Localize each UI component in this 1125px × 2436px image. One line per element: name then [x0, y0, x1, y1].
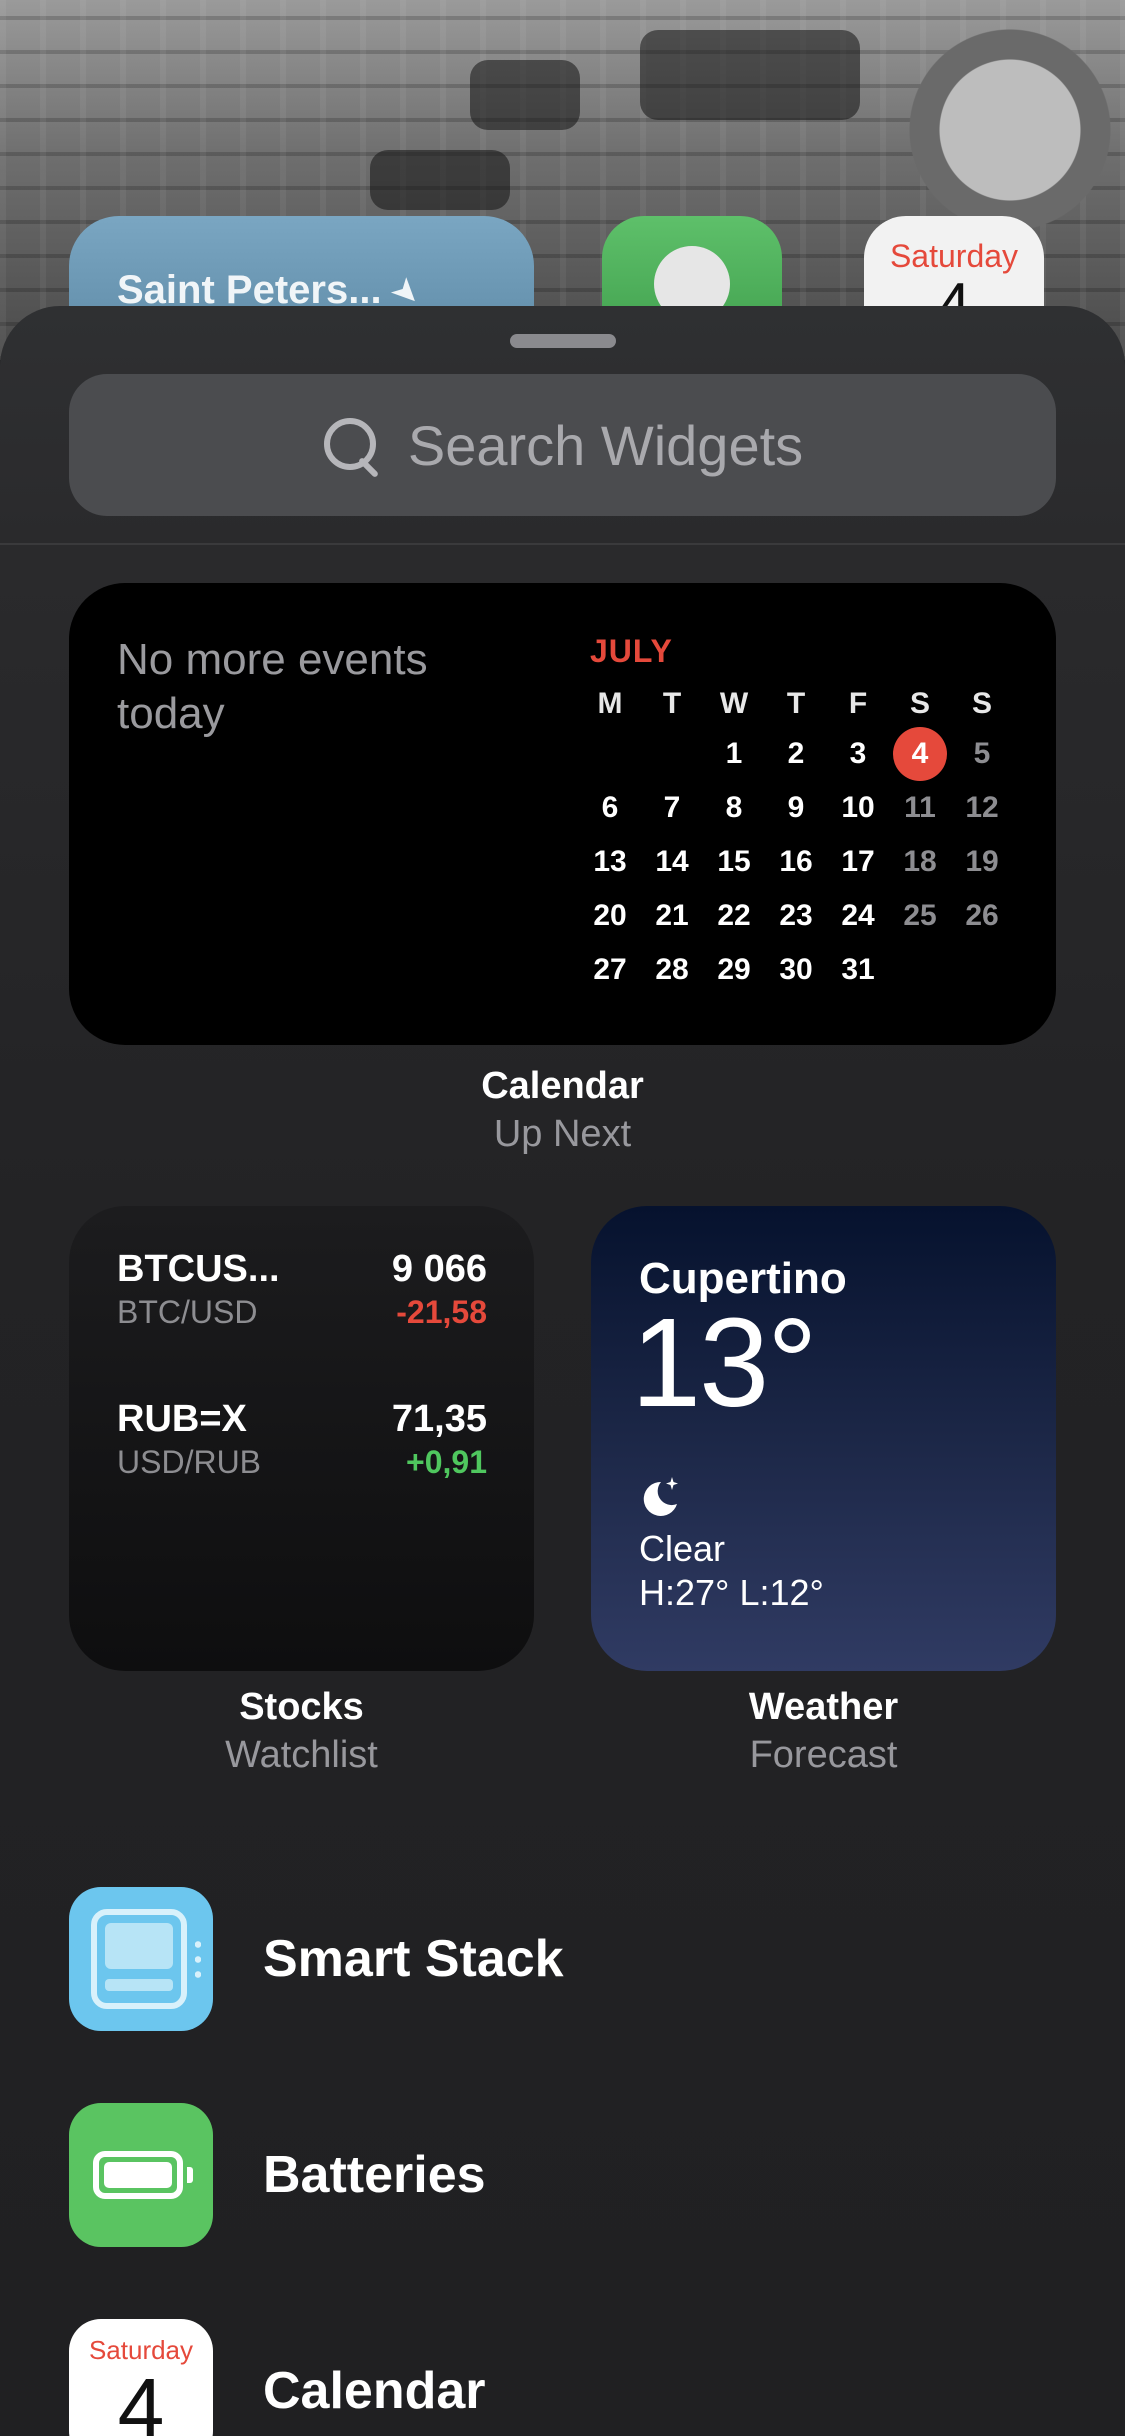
calendar-icon: Saturday 4	[69, 2319, 213, 2436]
stock-name: USD/RUB	[117, 1444, 262, 1480]
day-cell: 4	[889, 727, 951, 781]
battery-icon	[69, 2103, 213, 2247]
stocks-watchlist-widget[interactable]: BTCUS... 9 066 BTC/USD -21,58 RUB=X 71,3…	[69, 1206, 534, 1671]
month-label: JULY	[590, 633, 673, 669]
weekday-header: S	[909, 687, 930, 720]
day-cell: 18	[903, 845, 937, 878]
stock-change: -21,58	[396, 1294, 487, 1330]
day-cell: 1	[725, 737, 743, 770]
stocks-widget-caption: Stocks Watchlist	[69, 1684, 534, 1780]
weekday-header: S	[971, 687, 992, 720]
weather-widget-caption: Weather Forecast	[591, 1684, 1056, 1780]
week-row: 20 21 22 23 24 25 26	[579, 889, 1013, 943]
day-cell: 3	[849, 737, 867, 770]
day-cell: 20	[593, 899, 627, 932]
day-cell: 23	[779, 899, 813, 932]
background-decoration	[640, 30, 860, 120]
day-cell: 27	[593, 953, 627, 986]
day-cell: 7	[663, 791, 681, 824]
weather-forecast-widget[interactable]: Cupertino 13° Clear H:27° L:12°	[591, 1206, 1056, 1671]
smart-stack-icon	[69, 1887, 213, 2031]
stock-price: 71,35	[391, 1398, 487, 1440]
day-cell: 26	[965, 899, 999, 932]
stock-change: +0,91	[406, 1444, 487, 1480]
day-cell: 5	[973, 737, 991, 770]
day-cell: 8	[725, 791, 743, 824]
weekday-header: W	[719, 687, 749, 720]
day-cell: 16	[779, 845, 813, 878]
day-cell: 22	[717, 899, 751, 932]
week-row: 13 14 15 16 17 18 19	[579, 835, 1013, 889]
header-divider	[0, 543, 1125, 545]
day-cell: 28	[655, 953, 689, 986]
month-grid: M T W T F S S 1 2 3 4 5 6 7 8 9 10 11 12 13 14 15 16 17 18 19 20 21…	[579, 681, 1013, 997]
list-item-label: Calendar	[263, 2362, 486, 2420]
widget-list-item-calendar[interactable]: Saturday 4 Calendar	[69, 2319, 1056, 2436]
widget-subtitle: Up Next	[493, 1113, 632, 1155]
weekday-header: T	[786, 687, 806, 720]
week-row: 6 7 8 9 10 11 12	[579, 781, 1013, 835]
day-cell: 11	[904, 791, 936, 824]
day-cell: 12	[965, 791, 999, 824]
calendar-widget-caption: Calendar Up Next	[69, 1063, 1056, 1159]
stock-name: BTC/USD	[117, 1294, 258, 1330]
stock-symbol: RUB=X	[117, 1398, 247, 1440]
week-row: 27 28 29 30 31	[579, 943, 1013, 997]
week-row: 1 2 345	[579, 727, 1013, 781]
day-cell: 25	[903, 899, 937, 932]
calendar-up-next-widget[interactable]: No more events today JULY MTWTFSS1234567…	[69, 583, 1056, 1045]
today-indicator: 4	[893, 727, 947, 781]
day-cell: 6	[601, 791, 619, 824]
stock-price: 9 066	[391, 1248, 487, 1290]
list-item-label: Batteries	[263, 2146, 486, 2204]
calendar-icon-date: 4	[117, 2361, 165, 2436]
weather-high-low: H:27° L:12°	[639, 1572, 824, 1613]
day-cell: 19	[965, 845, 999, 878]
weather-condition: Clear	[639, 1528, 726, 1569]
search-icon	[322, 416, 380, 474]
day-cell: 10	[841, 791, 875, 824]
day-cell: 9	[787, 791, 805, 824]
widget-title: Calendar	[481, 1065, 644, 1107]
weather-temperature: 13°	[631, 1292, 818, 1433]
day-cell: 31	[841, 953, 875, 986]
list-item-label: Smart Stack	[263, 1930, 564, 1988]
widget-list-item-batteries[interactable]: Batteries	[69, 2103, 1056, 2247]
widget-subtitle: Forecast	[749, 1734, 898, 1776]
widget-title: Stocks	[239, 1686, 364, 1728]
stock-symbol: BTCUS...	[117, 1248, 280, 1290]
sheet-grabber[interactable]	[510, 334, 616, 348]
day-cell: 30	[779, 953, 813, 986]
background-decoration	[470, 60, 580, 130]
no-events-text: No more events today	[117, 635, 428, 738]
weekday-header: M	[597, 687, 623, 720]
widget-gallery-sheet: Search Widgets No more events today JULY…	[0, 306, 1125, 2436]
weekday-header: F	[848, 687, 868, 720]
background-decoration	[370, 150, 510, 210]
weekday-header: T	[662, 687, 682, 720]
widget-list-item-smart-stack[interactable]: Smart Stack	[69, 1887, 1056, 2031]
day-cell: 13	[593, 845, 627, 878]
day-cell: 24	[841, 899, 875, 932]
search-widgets-field[interactable]: Search Widgets	[69, 374, 1056, 516]
widget-subtitle: Watchlist	[225, 1734, 378, 1776]
home-calendar-day: Saturday	[889, 238, 1019, 274]
search-placeholder: Search Widgets	[407, 413, 804, 477]
day-cell: 29	[717, 953, 751, 986]
calendar-icon-day: Saturday	[88, 2335, 194, 2365]
day-cell: 17	[841, 845, 875, 878]
widget-title: Weather	[748, 1686, 899, 1728]
day-cell: 2	[787, 737, 805, 770]
day-cell: 21	[655, 899, 689, 932]
day-cell: 15	[717, 845, 751, 878]
day-cell: 14	[655, 845, 689, 878]
moon-stars-icon	[643, 1477, 678, 1516]
